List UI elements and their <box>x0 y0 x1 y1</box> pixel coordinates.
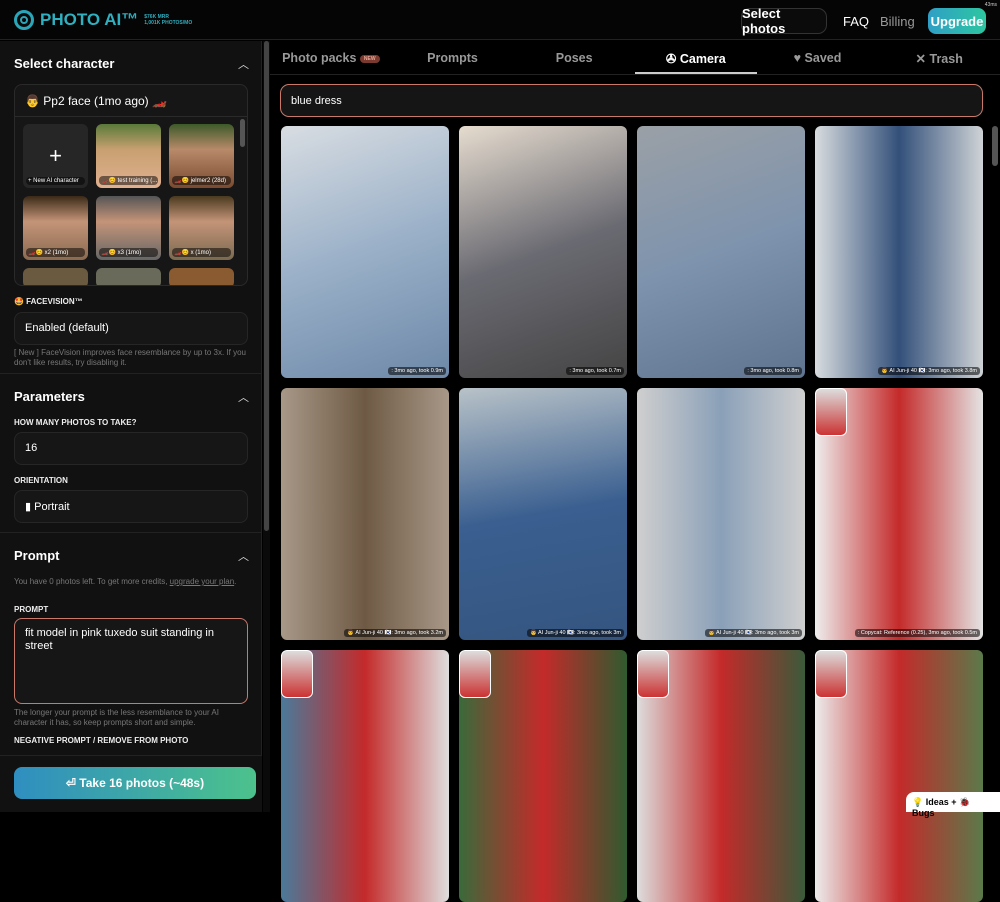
character-thumb[interactable]: 🏎️😊 x (1mo) <box>169 196 234 260</box>
new-character-button[interactable]: + + New AI character <box>23 124 88 188</box>
character-thumb[interactable]: 🏎️😊 x2 (1mo) <box>23 196 88 260</box>
photo-card[interactable]: : 3mo ago, took 0.8m <box>637 126 805 378</box>
faq-link[interactable]: FAQ <box>843 8 869 34</box>
facevision-select[interactable]: Enabled (default) <box>14 312 248 345</box>
ideas-bugs-button[interactable]: 💡 Ideas + 🐞 Bugs <box>906 792 1000 818</box>
tab-camera[interactable]: ✇ Camera <box>635 41 757 74</box>
photo-card[interactable]: 👨 AI Jun-ji 40 🇰🇷: 3mo ago, took 3m <box>459 388 627 640</box>
character-thumb[interactable] <box>96 268 161 285</box>
photo-card[interactable]: : 3mo ago, took 0.9m <box>281 126 449 378</box>
photo-card[interactable]: : Copycat: Reference (0.25), 3mo ago, to… <box>815 388 983 640</box>
reference-thumb <box>637 650 669 698</box>
negative-prompt-label: NEGATIVE PROMPT / REMOVE FROM PHOTO <box>14 736 189 745</box>
reference-thumb <box>815 388 847 436</box>
current-character[interactable]: 👨 Pp2 face (1mo ago) 🏎️ <box>15 85 247 117</box>
reference-thumb <box>281 650 313 698</box>
photo-card[interactable] <box>459 650 627 902</box>
upgrade-button[interactable]: Upgrade <box>928 8 986 34</box>
tab-poses[interactable]: Poses <box>513 41 635 74</box>
search-input[interactable]: blue dress <box>280 84 983 117</box>
orientation-label: ORIENTATION <box>14 476 68 485</box>
character-thumb[interactable]: 🏎️😊 x3 (1mo) <box>96 196 161 260</box>
parameters-heading: Parameters <box>14 389 85 404</box>
reference-thumb <box>459 650 491 698</box>
prompt-help: The longer your prompt is the less resem… <box>14 708 219 727</box>
photo-card[interactable]: 👨 AI Jun-ji 40 🇰🇷: 3mo ago, took 3.2m <box>281 388 449 640</box>
orientation-select[interactable]: ▮ Portrait <box>14 490 248 523</box>
reference-thumb <box>815 650 847 698</box>
logo-icon <box>14 10 34 30</box>
photo-card[interactable] <box>637 650 805 902</box>
close-icon: ✕ <box>915 52 927 66</box>
photo-card[interactable] <box>815 650 983 902</box>
character-thumb[interactable] <box>23 268 88 285</box>
character-picker: 👨 Pp2 face (1mo ago) 🏎️ + + New AI charac… <box>14 84 248 286</box>
character-thumb[interactable]: 🏎️😊 jelmer2 (28d) <box>169 124 234 188</box>
photo-grid: : 3mo ago, took 0.9m : 3mo ago, took 0.7… <box>281 126 983 902</box>
select-photos-button[interactable]: Select photos <box>741 6 827 36</box>
credits-text: You have 0 photos left. To get more cred… <box>14 577 237 586</box>
character-scrollbar[interactable] <box>240 119 245 147</box>
tab-bar: Photo packs NEW Prompts Poses ✇ Camera ♥… <box>270 41 1000 75</box>
how-many-label: HOW MANY PHOTOS TO TAKE? <box>14 418 137 427</box>
billing-link[interactable]: Billing <box>880 8 915 34</box>
sidebar-scrollbar[interactable] <box>263 41 270 812</box>
prompt-label: PROMPT <box>14 605 49 614</box>
logo[interactable]: PHOTO AI™ $76K MRR 1,001K PHOTOS/MO <box>14 10 192 30</box>
photo-card[interactable] <box>281 650 449 902</box>
timing-label: 43ms <box>984 2 997 8</box>
facevision-label: 🤩 FACEVISION™ <box>14 297 83 306</box>
logo-text: PHOTO AI™ <box>40 10 139 29</box>
take-photos-button[interactable]: ⏎ Take 16 photos (~48s) <box>14 767 256 799</box>
photo-card[interactable]: 👨 AI Jun-ji 40 🇰🇷: 3mo ago, took 3m <box>637 388 805 640</box>
prompt-heading: Prompt <box>14 548 60 563</box>
tab-saved[interactable]: ♥ Saved <box>757 41 879 74</box>
collapse-chevron-icon[interactable]: ︿ <box>238 548 249 564</box>
prompt-textarea[interactable]: fit model in pink tuxedo suit standing i… <box>14 618 248 704</box>
main-scrollbar[interactable] <box>992 126 998 166</box>
tab-prompts[interactable]: Prompts <box>392 41 514 74</box>
tab-trash[interactable]: ✕ Trash <box>878 41 1000 74</box>
facevision-help: [ New ] FaceVision improves face resembl… <box>14 348 246 367</box>
heart-icon: ♥ <box>793 51 802 65</box>
photo-card[interactable]: 👨 AI Jun-ji 40 🇰🇷: 3mo ago, took 3.8m <box>815 126 983 378</box>
take-photos-bar: ⏎ Take 16 photos (~48s) <box>0 755 262 812</box>
collapse-chevron-icon[interactable]: ︿ <box>238 389 249 405</box>
sidebar: Select character ︿ 👨 Pp2 face (1mo ago) … <box>0 41 262 812</box>
character-thumb[interactable] <box>169 268 234 285</box>
top-bar: PHOTO AI™ $76K MRR 1,001K PHOTOS/MO Selec… <box>0 0 1000 40</box>
logo-stats: $76K MRR 1,001K PHOTOS/MO <box>144 14 193 26</box>
camera-icon: ✇ <box>665 52 677 66</box>
new-badge: NEW <box>359 54 380 63</box>
photo-count-input[interactable]: 16 <box>14 432 248 465</box>
select-character-heading: Select character <box>14 56 115 71</box>
upgrade-plan-link[interactable]: upgrade your plan <box>170 577 235 586</box>
photo-card[interactable]: : 3mo ago, took 0.7m <box>459 126 627 378</box>
character-thumb[interactable]: 🏎️😊 test training (... <box>96 124 161 188</box>
tab-photo-packs[interactable]: Photo packs NEW <box>270 41 392 74</box>
collapse-chevron-icon[interactable]: ︿ <box>238 56 249 72</box>
